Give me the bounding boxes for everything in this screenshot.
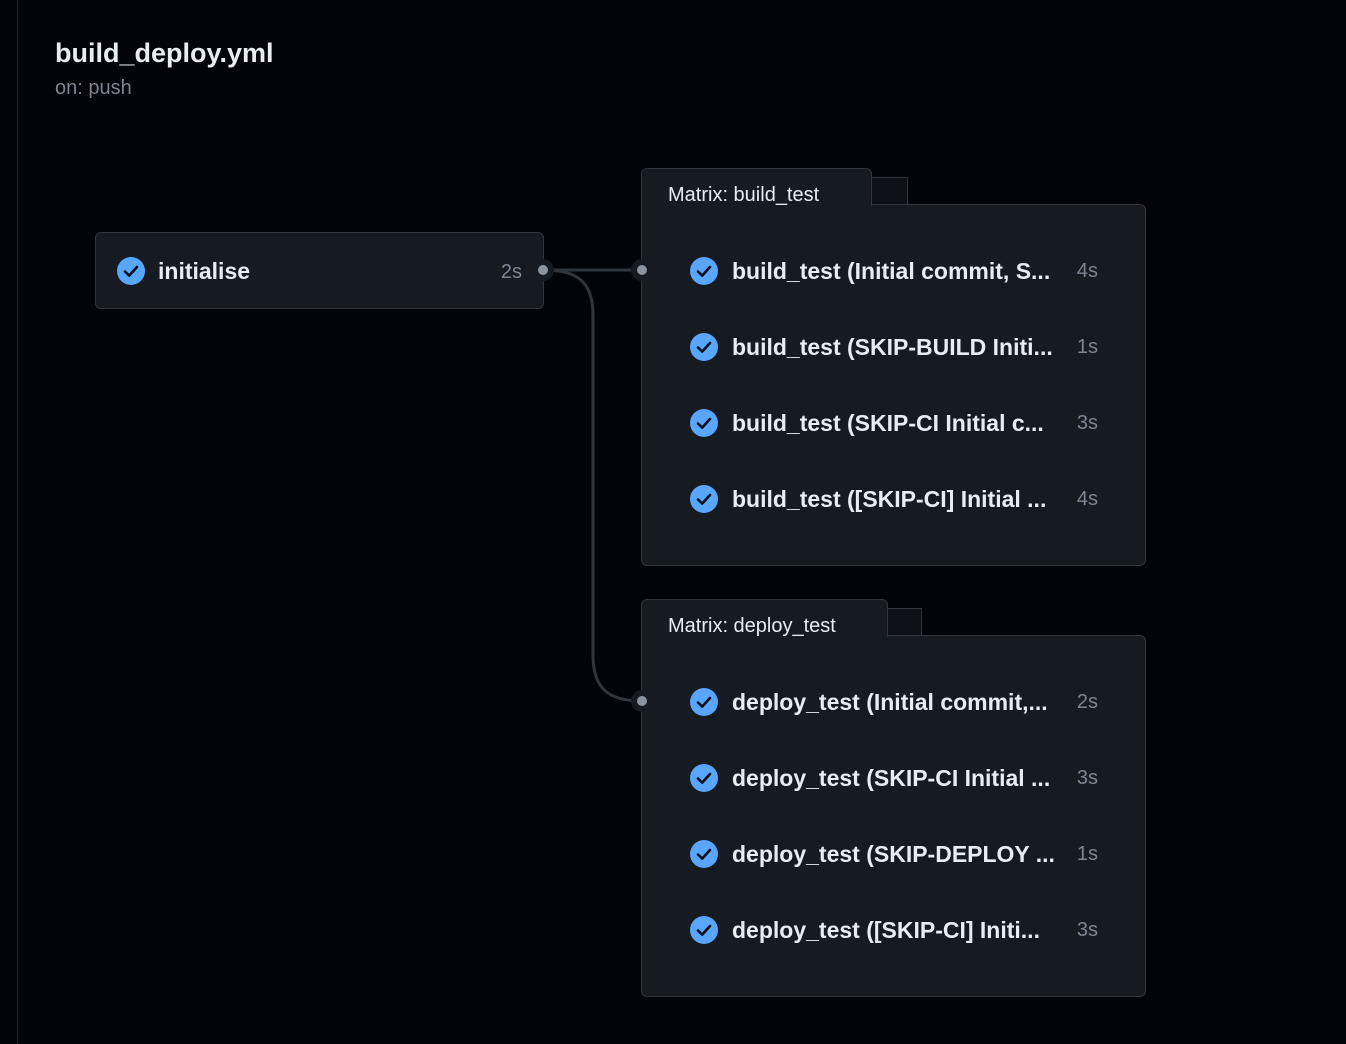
matrix-job-row[interactable]: build_test (SKIP-BUILD Initi... 1s [690,327,1120,367]
job-duration: 4s [1076,488,1098,510]
output-port-initialise [532,259,554,281]
matrix-job-row[interactable]: build_test ([SKIP-CI] Initial ... 4s [690,479,1120,519]
check-circle-fill-icon [690,409,718,437]
job-label: build_test (SKIP-CI Initial c... [732,410,1044,436]
job-duration: 2s [1076,691,1098,713]
job-label: build_test (SKIP-BUILD Initi... [732,334,1053,360]
matrix-job-row[interactable]: deploy_test (SKIP-DEPLOY ... 1s [690,834,1120,874]
job-duration: 3s [1076,919,1098,941]
matrix-tab-deploy-test: Matrix: deploy_test [641,599,888,637]
job-duration: 3s [1076,767,1098,789]
job-label: deploy_test ([SKIP-CI] Initi... [732,917,1040,943]
matrix-job-row[interactable]: build_test (Initial commit, S... 4s [690,251,1120,291]
check-circle-fill-icon [690,257,718,285]
matrix-tab-ghost [887,608,922,636]
job-duration: 3s [1076,412,1098,434]
job-duration: 2s [500,261,522,283]
matrix-job-row[interactable]: build_test (SKIP-CI Initial c... 3s [690,403,1120,443]
check-circle-fill-icon [690,688,718,716]
matrix-job-row[interactable]: deploy_test (SKIP-CI Initial ... 3s [690,758,1120,798]
check-circle-fill-icon [690,333,718,361]
job-duration: 1s [1076,336,1098,358]
job-initialise[interactable]: initialise 2s [95,232,544,309]
check-circle-fill-icon [117,257,145,285]
job-label: deploy_test (Initial commit,... [732,689,1048,715]
check-circle-fill-icon [690,916,718,944]
input-port-build-test [631,259,653,281]
matrix-deploy-test: deploy_test (Initial commit,... 2s deplo… [641,635,1146,997]
check-circle-fill-icon [690,764,718,792]
connector-initialise-deploy-test [543,268,643,703]
matrix-tab-build-test: Matrix: build_test [641,168,872,206]
check-circle-fill-icon [690,840,718,868]
job-label: build_test ([SKIP-CI] Initial ... [732,486,1047,512]
job-label: deploy_test (SKIP-DEPLOY ... [732,841,1055,867]
job-label: deploy_test (SKIP-CI Initial ... [732,765,1051,791]
matrix-job-row[interactable]: deploy_test (Initial commit,... 2s [690,682,1120,722]
job-duration: 4s [1076,260,1098,282]
matrix-job-row[interactable]: deploy_test ([SKIP-CI] Initi... 3s [690,910,1120,950]
matrix-build-test: build_test (Initial commit, S... 4s buil… [641,204,1146,566]
matrix-title: Matrix: build_test [668,184,820,206]
input-port-deploy-test [631,690,653,712]
check-circle-fill-icon [690,485,718,513]
matrix-title: Matrix: deploy_test [668,615,836,637]
job-name: initialise [158,258,251,284]
matrix-tab-ghost [871,177,908,205]
job-duration: 1s [1076,843,1098,865]
job-label: build_test (Initial commit, S... [732,258,1051,284]
